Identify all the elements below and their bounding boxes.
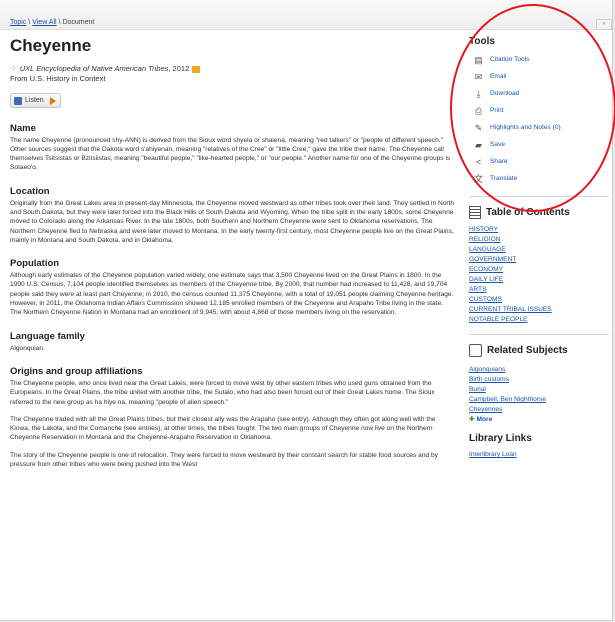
book-icon — [192, 65, 201, 73]
section-paragraph: Although early estimates of the Cheyenne… — [10, 272, 454, 317]
collapse-sidebar-button[interactable]: « — [596, 19, 612, 30]
related-list: Algonquians Birth customs Burial Campbel… — [469, 365, 609, 423]
breadcrumb-topic-link[interactable]: Topic — [10, 19, 26, 26]
section-heading: Population — [10, 258, 60, 270]
toc-item[interactable]: ARTS — [469, 285, 609, 295]
library-link[interactable]: Interlibrary Loan — [469, 450, 609, 460]
listen-label: Listen — [25, 97, 44, 104]
toc-item[interactable]: GOVERNMENT — [469, 255, 609, 265]
related-subject-link[interactable]: Burial — [469, 385, 609, 395]
table-of-contents-icon — [469, 206, 481, 219]
related-subjects-icon — [469, 344, 482, 357]
section-paragraph: The Cheyenne people, who once lived near… — [10, 379, 435, 406]
related-subject-link[interactable]: Birth customs — [469, 375, 609, 385]
section-heading: Name — [10, 122, 36, 134]
toc-item[interactable]: LANGUAGE — [469, 245, 609, 255]
page-title: Cheyenne — [10, 36, 92, 55]
related-subject-link[interactable]: Campbell, Ben Nighthorse — [469, 395, 609, 405]
divider — [469, 334, 609, 335]
toc-item[interactable]: NOTABLE PEOPLE — [469, 315, 609, 325]
plus-icon: ✚ — [469, 416, 475, 423]
toc-item[interactable]: ECONOMY — [469, 265, 609, 275]
article-body: Cheyenne ⁘ UXL Encyclopedia of Native Ame… — [10, 36, 455, 469]
breadcrumb: Topic \ View All \ Document — [10, 19, 94, 26]
related-subject-link[interactable]: Algonquians — [469, 365, 609, 375]
section-paragraph: The story of the Cheyenne people is one … — [10, 451, 438, 469]
more-label: More — [476, 415, 493, 423]
section-heading: Origins and group affiliations — [10, 365, 143, 377]
speaker-icon — [14, 96, 22, 105]
source-title: UXL Encyclopedia of Native American Trib… — [19, 64, 169, 73]
publication-icon: ⁘ — [10, 64, 17, 73]
breadcrumb-separator: \ — [58, 19, 61, 26]
breadcrumb-current: Document — [62, 19, 95, 26]
source-citation: ⁘ UXL Encyclopedia of Native American Tri… — [10, 64, 455, 84]
source-year: , 2012 — [168, 64, 190, 73]
breadcrumb-view-all-link[interactable]: View All — [32, 19, 56, 26]
document-page: Topic \ View All \ Document « Cheyenne ⁘… — [0, 0, 615, 621]
library-list: Interlibrary Loan — [469, 450, 609, 460]
section-paragraph: Originally from the Great Lakes area in … — [10, 199, 455, 244]
toc-item[interactable]: CUSTOMS — [469, 295, 609, 305]
annotation-circle — [450, 4, 615, 212]
breadcrumb-separator: \ — [28, 19, 31, 26]
toc-item[interactable]: CURRENT TRIBAL ISSUES — [469, 305, 609, 315]
play-icon[interactable] — [49, 96, 56, 105]
library-links-heading: Library Links — [469, 433, 532, 444]
more-button[interactable]: ✚ More — [469, 415, 609, 424]
related-heading-label: Related Subjects — [487, 345, 568, 356]
section-heading: Language family — [10, 330, 85, 342]
related-subject-link[interactable]: Cheyennes — [469, 405, 609, 415]
section-paragraph: The Cheyenne traded with all the Great P… — [10, 415, 436, 442]
toc-item[interactable]: HISTORY — [469, 225, 609, 235]
listen-button[interactable]: Listen — [10, 93, 61, 108]
toc-list: HISTORY RELIGION LANGUAGE GOVERNMENT ECO… — [469, 225, 609, 325]
source-database: From U.S. History in Context — [10, 74, 106, 83]
section-paragraph: Algonquian. — [10, 344, 45, 352]
section-heading: Location — [10, 185, 50, 197]
toc-item[interactable]: DAILY LIFE — [469, 275, 609, 285]
section-paragraph: The name Cheyenne (pronounced shy-ANN) i… — [10, 136, 451, 172]
related-subjects-heading: Related Subjects — [469, 344, 609, 357]
toc-item[interactable]: RELIGION — [469, 235, 609, 245]
